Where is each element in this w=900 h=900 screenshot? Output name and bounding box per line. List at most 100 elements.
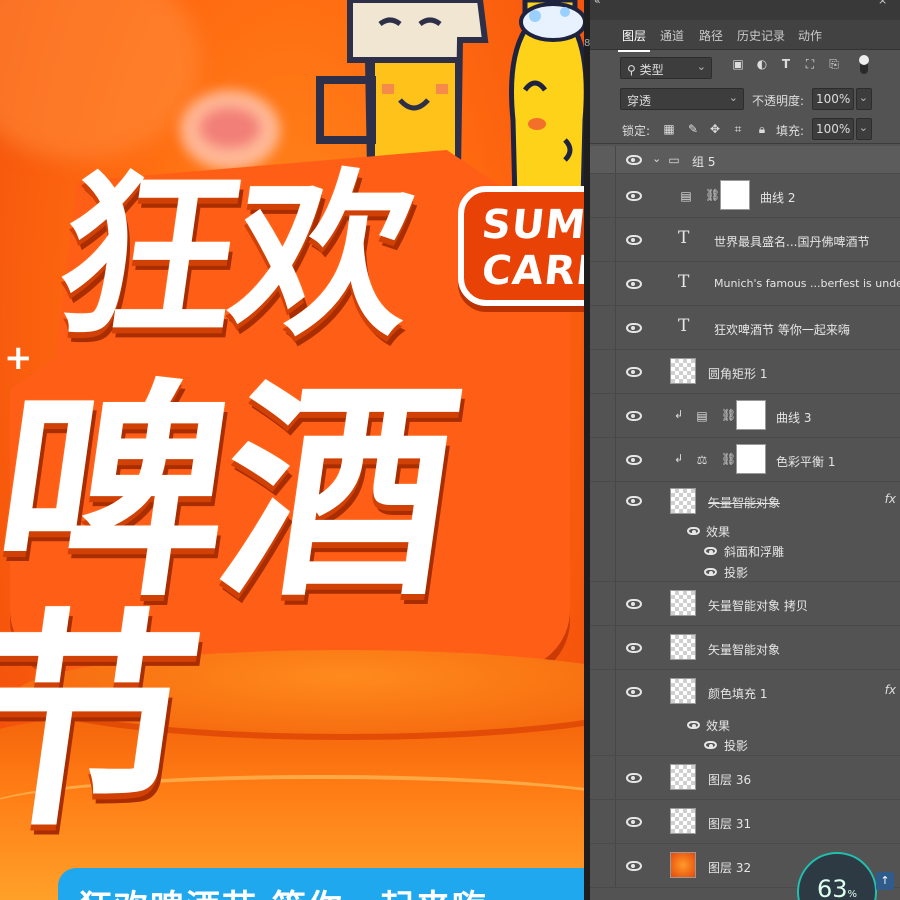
balance-icon: ⚖ (696, 453, 708, 467)
lock-label: 锁定: (622, 124, 651, 138)
layer-thumbnail[interactable] (670, 590, 696, 616)
layer-thumbnail[interactable] (670, 678, 696, 704)
opacity-dropdown[interactable]: ⌄ (856, 88, 872, 110)
arrow-up-icon[interactable]: ↑ (876, 872, 894, 890)
collapse-icon[interactable]: « (594, 0, 601, 7)
tab-layers[interactable]: 图层 (617, 27, 651, 52)
layer-thumbnail[interactable] (670, 488, 696, 514)
layer-row[interactable]: ↲ ▤ ⛓ 曲线 3 (590, 394, 900, 438)
visibility-eye-icon[interactable] (626, 323, 642, 333)
layer-name: 曲线 2 (760, 191, 796, 205)
visibility-eye-icon[interactable] (626, 235, 642, 245)
visibility-eye-icon[interactable] (626, 643, 642, 653)
layer-name: 色彩平衡 1 (776, 455, 836, 469)
panel-header: « × (590, 0, 900, 20)
clipping-arrow-icon: ↲ (674, 408, 684, 421)
blend-mode-select[interactable]: 穿透 ⌄ (620, 88, 744, 110)
chevron-down-icon[interactable]: ⌄ (652, 152, 661, 165)
filter-kind-select[interactable]: ⚲ 类型 ⌄ (620, 57, 712, 79)
layer-row[interactable]: 图层 31 (590, 800, 900, 844)
effect-eye-icon[interactable] (704, 568, 717, 576)
layer-row[interactable]: 矢量智能对象 拷贝 (590, 582, 900, 626)
visibility-eye-icon[interactable] (626, 496, 642, 506)
layer-thumbnail[interactable] (670, 764, 696, 790)
text-layer-icon: T (678, 316, 690, 336)
layer-row[interactable]: 矢量智能对象 fx 效果 斜面和浮雕 投影 (590, 482, 900, 582)
blurred-bokeh (0, 0, 200, 160)
chevron-down-icon: ⌄ (858, 91, 868, 104)
lock-transparent-icon[interactable]: ▦ (662, 122, 676, 136)
image-icon[interactable]: ▣ (730, 57, 746, 71)
type-icon[interactable]: T (778, 57, 794, 71)
opacity-field[interactable]: 100% (812, 88, 854, 110)
layer-name: 矢量智能对象 (708, 643, 781, 657)
layer-name: 世界最具盛名...国丹佛啤酒节 (714, 235, 870, 249)
layer-thumbnail[interactable] (670, 358, 696, 384)
close-icon[interactable]: × (878, 0, 887, 7)
layer-row[interactable]: 圆角矩形 1 (590, 350, 900, 394)
layer-row[interactable]: ⌄ ▭ 组 5 (590, 146, 900, 174)
layer-name: 曲线 3 (776, 411, 812, 425)
fill-field[interactable]: 100% (812, 118, 854, 140)
tab-history[interactable]: 历史记录 (737, 27, 785, 44)
visibility-eye-icon[interactable] (626, 773, 642, 783)
blurred-bokeh (200, 108, 260, 148)
fx-icon[interactable]: fx (885, 683, 896, 697)
caption-text: 狂欢啤酒节 等你一起来嗨 (78, 880, 488, 900)
adjustment-icon[interactable]: ◐ (754, 57, 770, 71)
link-icon: ⛓ (721, 408, 737, 422)
visibility-eye-icon[interactable] (626, 455, 642, 465)
chevron-down-icon: ⌄ (858, 121, 868, 134)
blend-mode-value: 穿透 (627, 94, 652, 108)
layer-row[interactable]: ▤ ⛓ 曲线 2 (590, 174, 900, 218)
effect-name: 投影 (724, 739, 749, 753)
layer-row[interactable]: 图层 36 (590, 756, 900, 800)
layer-row[interactable]: T Munich's famous ...berfest is unde (590, 262, 900, 306)
lock-paint-icon[interactable]: ✎ (686, 122, 700, 136)
layer-row[interactable]: 颜色填充 1 fx 效果 投影 (590, 670, 900, 756)
filter-kind-value: 类型 (639, 63, 664, 77)
layer-mask-thumbnail[interactable] (736, 444, 766, 474)
lock-move-icon[interactable]: ✥ (708, 122, 722, 136)
headline-line-1: 狂欢 (45, 153, 423, 360)
lock-artboard-icon[interactable]: ⌗ (731, 122, 745, 136)
fx-icon[interactable]: fx (885, 492, 896, 506)
layer-thumbnail[interactable] (670, 634, 696, 660)
visibility-eye-icon[interactable] (626, 687, 642, 697)
tab-channels[interactable]: 通道 (660, 27, 684, 44)
tab-actions[interactable]: 动作 (798, 27, 822, 44)
visibility-eye-icon[interactable] (626, 861, 642, 871)
layer-mask-thumbnail[interactable] (720, 180, 750, 210)
layer-thumbnail[interactable] (670, 852, 696, 878)
effects-label: 效果 (706, 525, 731, 539)
effect-eye-icon[interactable] (704, 547, 717, 555)
layer-thumbnail[interactable] (670, 808, 696, 834)
visibility-eye-icon[interactable] (626, 367, 642, 377)
lock-all-icon[interactable]: 🔒︎ (755, 122, 769, 136)
smart-object-icon[interactable]: ⎘ (826, 57, 842, 71)
bottle-mascot-illustration (509, 0, 584, 200)
visibility-eye-icon[interactable] (626, 411, 642, 421)
layer-row[interactable]: T 世界最具盛名...国丹佛啤酒节 (590, 218, 900, 262)
fill-label: 填充: (776, 124, 805, 138)
layer-row[interactable]: 矢量智能对象 (590, 626, 900, 670)
shape-icon[interactable]: ⛶ (802, 57, 818, 71)
layers-list: ⌄ ▭ 组 5 ▤ ⛓ 曲线 2 T 世界最具盛名...国丹佛啤酒节 T Mun… (590, 146, 900, 900)
visibility-eye-icon[interactable] (626, 279, 642, 289)
effect-eye-icon[interactable] (704, 741, 717, 749)
headline-line-2: 啤酒节 (0, 361, 470, 858)
layer-row[interactable]: ↲ ⚖ ⛓ 色彩平衡 1 (590, 438, 900, 482)
effects-eye-icon[interactable] (687, 721, 700, 729)
layer-row[interactable]: T 狂欢啤酒节 等你一起来嗨 (590, 306, 900, 350)
effects-eye-icon[interactable] (687, 527, 700, 535)
layer-mask-thumbnail[interactable] (736, 400, 766, 430)
fill-dropdown[interactable]: ⌄ (856, 118, 872, 140)
visibility-eye-icon[interactable] (626, 155, 642, 165)
visibility-eye-icon[interactable] (626, 191, 642, 201)
filter-toggle[interactable] (859, 55, 869, 74)
tab-paths[interactable]: 路径 (699, 27, 723, 44)
visibility-eye-icon[interactable] (626, 817, 642, 827)
document-canvas[interactable]: + 狂欢 SUMM CARN 啤酒节 狂欢啤酒节 等你一起来嗨 (0, 0, 584, 900)
visibility-eye-icon[interactable] (626, 599, 642, 609)
panel-tabs: 图层 通道 路径 历史记录 动作 (590, 20, 900, 52)
